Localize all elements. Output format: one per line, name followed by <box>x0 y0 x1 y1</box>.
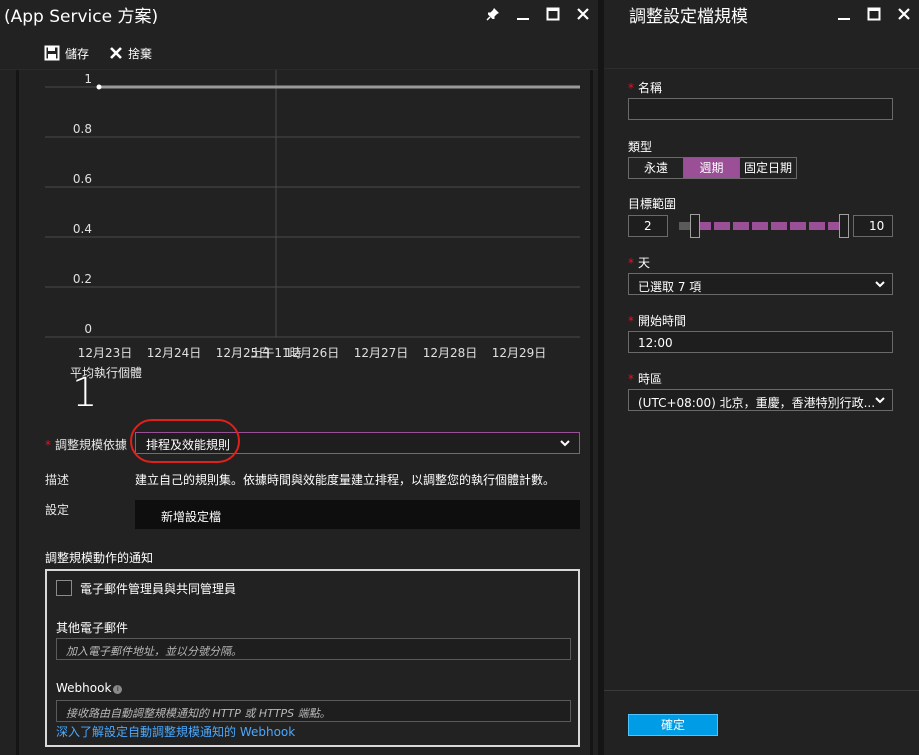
y-tick-label: 0.6 <box>73 172 92 186</box>
discard-button[interactable]: 捨棄 <box>109 44 152 62</box>
days-select[interactable]: 已選取 7 項 <box>628 273 893 295</box>
close-icon[interactable] <box>568 4 598 24</box>
name-label: * 名稱 <box>628 81 663 95</box>
target-min-input[interactable]: 2 <box>628 215 668 237</box>
timezone-select[interactable]: (UTC+08:00) 北京，重慶，香港特別行政... <box>628 389 893 411</box>
y-tick-label: 0.4 <box>73 222 92 236</box>
data-point <box>96 84 102 90</box>
type-label: 類型 <box>628 140 653 154</box>
save-label: 儲存 <box>65 46 90 61</box>
chevron-down-icon <box>875 397 885 404</box>
type-option-always[interactable]: 永遠 <box>629 158 684 178</box>
add-profile-label: 新增設定檔 <box>161 510 222 524</box>
timezone-label: * 時區 <box>628 372 663 386</box>
minimize-icon[interactable] <box>829 4 859 24</box>
blade-title: 調整設定檔規模 <box>629 7 748 27</box>
chart-svg: 10.80.60.40.2012月23日 12月24日 12月25日 12月26日 12… <box>45 70 580 360</box>
email-admins-checkbox[interactable] <box>56 580 72 596</box>
slider-min-handle[interactable] <box>690 214 700 238</box>
header-divider <box>604 68 919 69</box>
scale-by-label: * 調整規模依據 <box>45 438 128 452</box>
add-profile-button[interactable]: 新增設定檔 <box>135 500 580 529</box>
chevron-down-icon <box>560 440 570 447</box>
slider-max-handle[interactable] <box>839 214 849 238</box>
scale-settings-blade: (App Service 方案) 儲存 捨棄 1 0.8 0.6 0.4 0.2 0 12月… <box>0 0 598 755</box>
avg-instances-value: 1 <box>72 370 98 416</box>
webhook-label: Webhook i <box>56 681 123 695</box>
type-option-recurrence[interactable]: 週期 <box>684 158 740 178</box>
webhook-placeholder: 接收路由自動調整規模通知的 HTTP 或 HTTPS 端點。 <box>66 707 331 720</box>
time-marker-label: 上午11時 <box>250 346 301 360</box>
x-tick-label: 12月24日 <box>147 346 202 360</box>
x-tick-label: 12月23日 <box>78 346 133 360</box>
target-max-input[interactable]: 10 <box>853 215 893 237</box>
left-scroll-gutter <box>16 70 19 755</box>
blade-controls <box>829 4 919 24</box>
scale-profile-blade: 調整設定檔規模 * 名稱 類型 永遠 週期 固定日期 目標範圍 2 10 * 天 已… <box>604 0 919 755</box>
target-range-fill <box>695 222 842 230</box>
x-tick-label: 12月29日 <box>492 346 547 360</box>
other-emails-label: 其他電子郵件 <box>56 621 129 635</box>
name-input[interactable] <box>628 98 893 120</box>
y-tick-label: 0 <box>84 322 92 336</box>
scale-by-value: 排程及效能規則 <box>146 438 231 452</box>
discard-icon <box>110 47 122 59</box>
scale-by-select[interactable]: 排程及效能規則 <box>135 432 580 454</box>
type-selector: 永遠 週期 固定日期 <box>628 157 797 179</box>
target-range-label: 目標範圍 <box>628 197 677 211</box>
timezone-value: (UTC+08:00) 北京，重慶，香港特別行政... <box>638 396 876 410</box>
description-label: 描述 <box>45 473 70 487</box>
start-time-input[interactable]: 12:00 <box>628 331 893 353</box>
blade-controls <box>478 4 598 24</box>
pin-icon[interactable] <box>478 4 508 24</box>
discard-label: 捨棄 <box>128 46 153 61</box>
settings-label: 設定 <box>45 503 70 517</box>
email-admins-label: 電子郵件管理員與共同管理員 <box>80 582 237 596</box>
notifications-panel: 電子郵件管理員與共同管理員 其他電子郵件 加入電子郵件地址，並以分號分隔。 We… <box>45 569 580 747</box>
webhook-learn-more-link[interactable]: 深入了解設定自動調整規模通知的 Webhook <box>56 723 295 740</box>
y-tick-label: 0.2 <box>73 272 92 286</box>
y-tick-label: 0.8 <box>73 122 92 136</box>
chevron-down-icon <box>875 281 885 288</box>
maximize-icon[interactable] <box>538 4 568 24</box>
blade-title: (App Service 方案) <box>4 7 159 27</box>
footer-divider <box>604 690 919 691</box>
right-scroll-gutter <box>590 70 593 755</box>
type-option-fixed-date[interactable]: 固定日期 <box>740 158 796 178</box>
other-emails-placeholder: 加入電子郵件地址，並以分號分隔。 <box>66 645 242 658</box>
maximize-icon[interactable] <box>859 4 889 24</box>
start-time-label: * 開始時間 <box>628 314 687 328</box>
other-emails-input[interactable]: 加入電子郵件地址，並以分號分隔。 <box>56 638 571 660</box>
notifications-header: 調整規模動作的通知 <box>45 551 154 565</box>
days-label: * 天 <box>628 256 651 270</box>
close-icon[interactable] <box>889 4 919 24</box>
webhook-input[interactable]: 接收路由自動調整規模通知的 HTTP 或 HTTPS 端點。 <box>56 700 571 722</box>
command-bar: 儲存 捨棄 <box>0 32 598 70</box>
minimize-icon[interactable] <box>508 4 538 24</box>
days-value: 已選取 7 項 <box>638 280 702 294</box>
save-button[interactable]: 儲存 <box>44 44 89 62</box>
ok-button[interactable]: 確定 <box>628 714 718 736</box>
info-icon[interactable]: i <box>113 685 123 694</box>
save-icon <box>44 45 60 61</box>
y-tick-label: 1 <box>84 72 92 86</box>
description-text: 建立自己的規則集。依據時間與效能度量建立排程，以調整您的執行個體計數。 <box>135 473 556 487</box>
x-tick-label: 12月28日 <box>423 346 478 360</box>
instance-count-chart: 1 0.8 0.6 0.4 0.2 0 12月23日 12月24日 12月25日 12月26日 12… <box>40 70 585 370</box>
x-tick-label: 12月27日 <box>354 346 409 360</box>
